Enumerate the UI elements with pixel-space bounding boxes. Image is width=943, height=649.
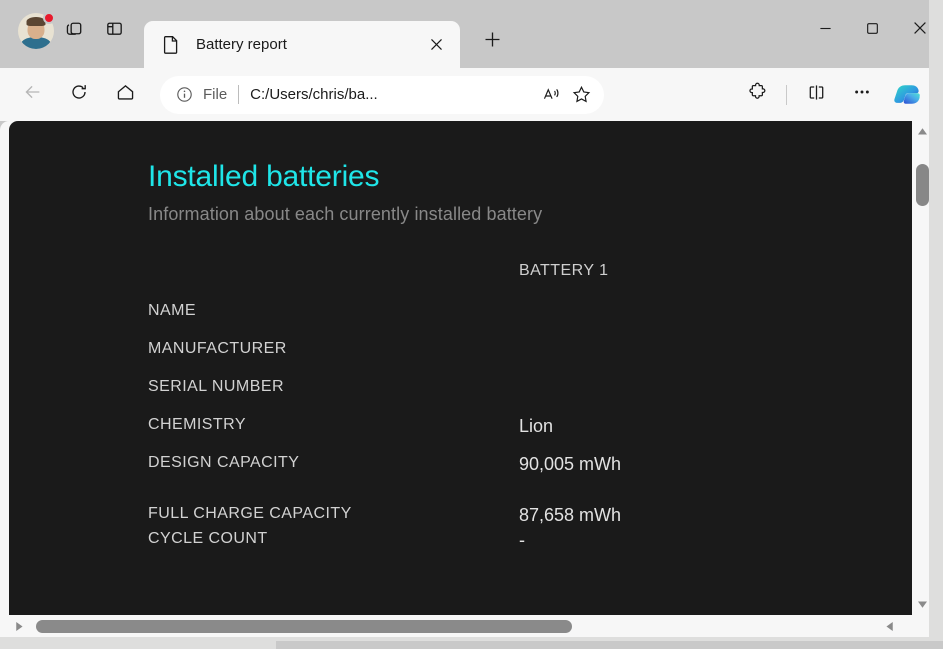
table-body: NAME MANUFACTURER SERIAL NUMBER CHE — [148, 302, 621, 568]
page-frame: Installed batteries Information about ea… — [0, 121, 943, 649]
row-label: SERIAL NUMBER — [148, 378, 519, 416]
row-label: DESIGN CAPACITY — [148, 454, 519, 492]
row-label: FULL CHARGE CAPACITY — [148, 492, 519, 530]
table-row: MANUFACTURER — [148, 340, 621, 378]
table-row: CHEMISTRY Lion — [148, 416, 621, 454]
favorite-button[interactable] — [566, 80, 596, 110]
taskbar-edge — [276, 641, 943, 649]
maximize-button[interactable] — [849, 0, 896, 56]
read-aloud-button[interactable] — [536, 80, 566, 110]
split-screen-icon — [806, 82, 827, 108]
row-value: Lion — [519, 416, 621, 454]
table-row: SERIAL NUMBER — [148, 378, 621, 416]
refresh-button[interactable] — [61, 77, 97, 113]
split-pane-button[interactable] — [94, 13, 134, 49]
back-arrow-icon — [23, 82, 43, 107]
page-title: Installed batteries — [148, 160, 912, 195]
url-text[interactable]: C:/Users/chris/ba... — [250, 86, 536, 103]
tab-title: Battery report — [196, 36, 422, 53]
vertical-scroll-thumb[interactable] — [916, 164, 929, 206]
profile-avatar-button[interactable] — [18, 13, 54, 49]
tab-close-button[interactable] — [422, 31, 450, 59]
table-row: FULL CHARGE CAPACITY 87,658 mWh — [148, 492, 621, 530]
horizontal-scrollbar[interactable] — [9, 616, 912, 637]
extensions-button[interactable] — [739, 77, 775, 113]
row-label: CYCLE COUNT — [148, 530, 519, 568]
table-row: NAME — [148, 302, 621, 340]
row-value: 87,658 mWh — [519, 492, 621, 530]
extensions-icon — [747, 82, 768, 108]
desktop-edge-right — [929, 0, 943, 649]
column-header-battery-1: BATTERY 1 — [519, 262, 621, 302]
new-tab-button[interactable] — [474, 25, 510, 59]
tab-battery-report[interactable]: Battery report — [144, 21, 460, 68]
settings-more-icon — [852, 82, 872, 107]
notification-dot — [43, 12, 55, 24]
horizontal-scroll-thumb[interactable] — [36, 620, 572, 633]
window-controls — [802, 0, 943, 56]
copilot-icon — [891, 99, 925, 116]
tab-groups-icon — [64, 18, 85, 44]
omnibox-divider — [238, 85, 239, 104]
page-subtitle: Information about each currently install… — [148, 204, 912, 225]
navigation-toolbar: File C:/Users/chris/ba... — [0, 68, 943, 121]
refresh-icon — [69, 82, 89, 107]
tab-groups-button[interactable] — [54, 13, 94, 49]
address-bar[interactable]: File C:/Users/chris/ba... — [160, 76, 604, 114]
scroll-right-button[interactable] — [879, 616, 900, 637]
home-icon — [115, 82, 136, 108]
back-button[interactable] — [15, 77, 51, 113]
tab-strip: Battery report — [0, 0, 943, 68]
toolbar-divider — [786, 85, 787, 105]
browser-window: Battery report — [0, 0, 943, 649]
table-corner-cell — [148, 262, 519, 302]
row-value — [519, 378, 621, 416]
document-icon — [162, 35, 182, 54]
url-scheme-label: File — [203, 86, 227, 103]
plus-icon — [484, 31, 501, 53]
table-header-row: BATTERY 1 — [148, 262, 621, 302]
row-label: MANUFACTURER — [148, 340, 519, 378]
copilot-button[interactable] — [891, 78, 925, 112]
split-screen-button[interactable] — [798, 77, 834, 113]
installed-batteries-table: BATTERY 1 NAME MANUFACTURER — [148, 262, 621, 568]
settings-more-button[interactable] — [844, 77, 880, 113]
minimize-button[interactable] — [802, 0, 849, 56]
row-value — [519, 340, 621, 378]
table-row: DESIGN CAPACITY 90,005 mWh — [148, 454, 621, 492]
row-value — [519, 302, 621, 340]
battery-report-document: Installed batteries Information about ea… — [9, 121, 912, 568]
row-label: CHEMISTRY — [148, 416, 519, 454]
row-value: 90,005 mWh — [519, 454, 621, 492]
table-row: CYCLE COUNT - — [148, 530, 621, 568]
scroll-left-button[interactable] — [9, 616, 30, 637]
split-pane-icon — [104, 18, 125, 44]
home-button[interactable] — [107, 77, 143, 113]
page-viewport: Installed batteries Information about ea… — [9, 121, 912, 615]
toolbar-right-group — [734, 77, 933, 113]
row-label: NAME — [148, 302, 519, 340]
info-icon[interactable] — [174, 85, 194, 105]
row-value: - — [519, 530, 621, 568]
